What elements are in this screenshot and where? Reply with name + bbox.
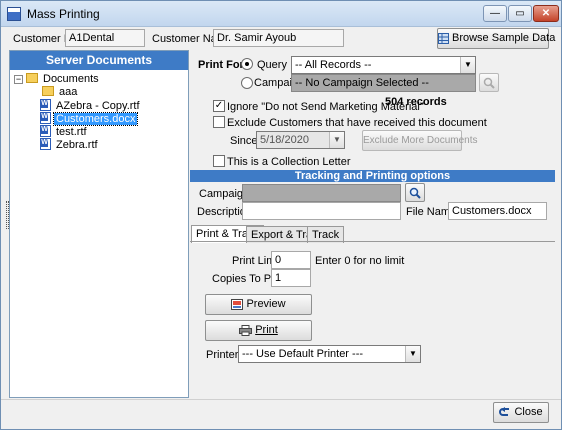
exclude-more-documents-button[interactable]: Exclude More Documents <box>362 130 478 151</box>
magnifier-icon <box>483 77 495 89</box>
dropdown-arrow-icon: ▼ <box>405 346 420 362</box>
tree-item-label: AZebra - Copy.rtf <box>56 100 140 112</box>
exclude-customers-label: Exclude Customers that have received thi… <box>227 117 487 129</box>
dropdown-arrow-icon: ▼ <box>460 57 475 73</box>
query-radio[interactable] <box>241 58 253 70</box>
ignore-marketing-label: Ignore "Do not Send Marketing Material" <box>227 101 424 113</box>
tree-item-test[interactable]: test.rtf <box>40 125 89 138</box>
since-date-picker[interactable]: 5/18/2020 ▼ <box>256 131 345 149</box>
printer-select-value: --- Use Default Printer --- <box>242 348 364 360</box>
app-icon <box>7 7 21 21</box>
minimize-button[interactable]: — <box>483 5 507 22</box>
folder-icon <box>42 86 54 96</box>
tree-item-label: test.rtf <box>56 126 87 138</box>
since-date-value: 5/18/2020 <box>260 134 309 146</box>
word-doc-icon <box>40 112 51 124</box>
word-doc-icon <box>40 99 51 111</box>
tree-item-label: aaa <box>59 86 78 98</box>
tree-item-label: Zebra.rtf <box>56 139 98 151</box>
print-limit-input[interactable]: 0 <box>271 251 311 269</box>
tree-item-label: Documents <box>43 73 99 85</box>
collapse-icon[interactable]: − <box>14 75 23 84</box>
printer-select[interactable]: --- Use Default Printer --- ▼ <box>238 345 421 363</box>
window-title: Mass Printing <box>27 7 100 21</box>
customer-name-field[interactable]: Dr. Samir Ayoub <box>213 29 344 47</box>
campaign-search-button[interactable] <box>479 73 499 92</box>
print-for-label: Print For: <box>198 59 248 71</box>
server-documents-header: Server Documents <box>10 51 188 70</box>
footer-bar <box>1 399 561 430</box>
exclude-customers-checkbox[interactable] <box>213 116 225 128</box>
close-button[interactable]: Close <box>493 402 549 423</box>
query-select-value: -- All Records -- <box>295 59 372 71</box>
tree-item-zebra[interactable]: Zebra.rtf <box>40 138 100 151</box>
word-doc-icon <box>40 125 51 137</box>
maximize-button[interactable]: ▭ <box>508 5 532 22</box>
browse-sample-data-button[interactable]: Browse Sample Data <box>437 28 555 49</box>
copies-input[interactable]: 1 <box>271 269 311 287</box>
server-documents-panel: Server Documents − Documents aaa AZebra -… <box>9 50 189 398</box>
close-label: Close <box>514 406 543 418</box>
campaign-radio[interactable] <box>241 77 253 89</box>
customer-id-field[interactable]: A1Dental <box>65 29 145 47</box>
collection-letter-label: This is a Collection Letter <box>227 156 351 168</box>
folder-icon <box>26 73 38 83</box>
preview-label: Preview <box>246 298 286 310</box>
tree-item-aaa[interactable]: aaa <box>42 86 79 99</box>
tree-item-label: Customers.docx <box>52 112 139 126</box>
tracking-campaign-field <box>242 184 401 202</box>
query-select[interactable]: -- All Records -- ▼ <box>291 56 476 74</box>
splitter-grip[interactable] <box>6 201 9 229</box>
title-bar: Mass Printing — ▭ ✕ <box>1 1 561 27</box>
description-input[interactable] <box>242 202 401 220</box>
tracking-section-header: Tracking and Printing options <box>190 170 555 182</box>
print-limit-hint: Enter 0 for no limit <box>315 255 405 267</box>
collection-letter-checkbox[interactable] <box>213 155 225 167</box>
printer-label: Printer: <box>206 349 242 361</box>
word-doc-icon <box>40 138 51 150</box>
close-arrow-icon <box>499 406 510 416</box>
tree-item-customers[interactable]: Customers.docx <box>40 112 139 126</box>
magnifier-icon <box>409 187 421 199</box>
close-window-button[interactable]: ✕ <box>533 5 559 22</box>
preview-icon <box>231 298 244 310</box>
print-button[interactable]: Print <box>205 320 312 341</box>
file-name-input[interactable]: Customers.docx <box>448 202 547 220</box>
tree-item-documents[interactable]: − Documents <box>14 73 101 86</box>
query-radio-label: Query <box>257 59 287 71</box>
grid-icon <box>438 32 449 44</box>
mass-printing-window: Mass Printing — ▭ ✕ Customer ID: A1Denta… <box>0 0 562 430</box>
tree-item-azebra-copy[interactable]: AZebra - Copy.rtf <box>40 99 142 112</box>
print-label: Print <box>255 324 278 336</box>
browse-sample-data-label: Browse Sample Data <box>452 32 556 44</box>
dropdown-arrow-icon: ▼ <box>329 132 344 148</box>
ignore-marketing-checkbox[interactable]: ✓ <box>213 100 225 112</box>
preview-button[interactable]: Preview <box>205 294 312 315</box>
campaign-select-field: -- No Campaign Selected -- <box>291 74 476 92</box>
printer-icon <box>239 324 253 336</box>
tracking-campaign-search-button[interactable] <box>405 183 425 202</box>
